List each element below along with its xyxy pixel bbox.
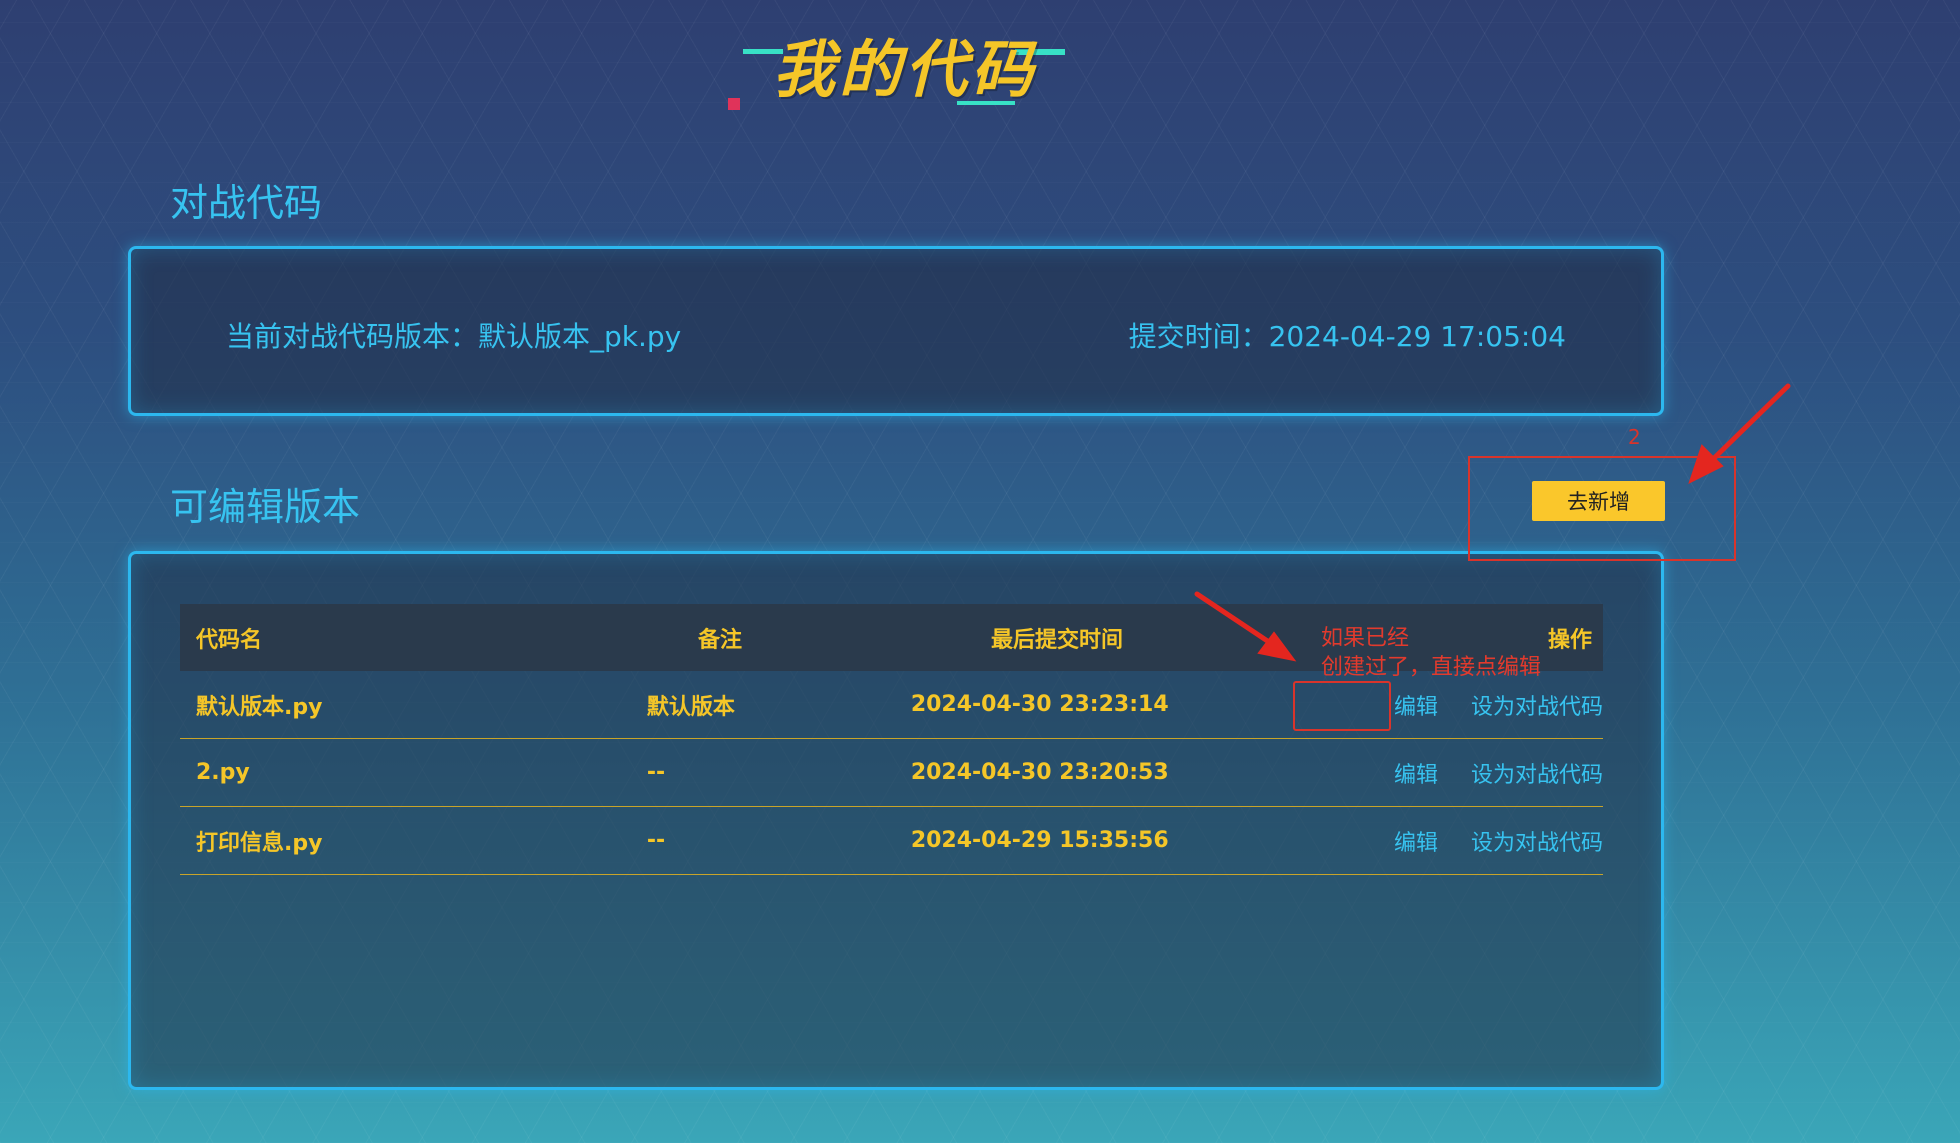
annotation-highlight-edit xyxy=(1293,681,1391,731)
title-decoration xyxy=(728,98,740,110)
actions-cell: 编辑 设为对战代码 xyxy=(1199,689,1603,721)
column-header-time: 最后提交时间 xyxy=(991,627,1124,653)
note-cell: -- xyxy=(646,760,666,785)
note-cell: -- xyxy=(646,828,666,853)
edit-link[interactable]: 编辑 xyxy=(1394,757,1438,789)
annotation-step-number: 2 xyxy=(1628,425,1641,449)
page-title: 我的代码 xyxy=(773,33,1038,106)
battle-submit-time: 提交时间：2024-04-29 17:05:04 xyxy=(1128,320,1566,353)
annotation-highlight-add xyxy=(1468,456,1736,561)
actions-cell: 编辑 设为对战代码 xyxy=(1199,825,1603,857)
table-row: 2.py -- 2024-04-30 23:20:53 编辑 设为对战代码 xyxy=(180,739,1603,807)
annotation-edit-hint: 如果已经 创建过了，直接点编辑 xyxy=(1321,624,1541,682)
edit-link[interactable]: 编辑 xyxy=(1394,689,1438,721)
edit-link[interactable]: 编辑 xyxy=(1394,825,1438,857)
code-name-cell: 2.py xyxy=(196,760,250,785)
set-battle-code-link[interactable]: 设为对战代码 xyxy=(1471,689,1603,721)
column-header-note: 备注 xyxy=(698,627,743,653)
code-name-cell: 默认版本.py xyxy=(196,694,323,720)
annotation-hint-line: 创建过了，直接点编辑 xyxy=(1321,655,1542,680)
annotation-hint-line: 如果已经 xyxy=(1321,626,1410,651)
code-name-cell: 打印信息.py xyxy=(196,830,323,856)
set-battle-code-link[interactable]: 设为对战代码 xyxy=(1471,757,1603,789)
note-cell: 默认版本 xyxy=(646,694,735,720)
battle-code-panel: 当前对战代码版本：默认版本_pk.py 提交时间：2024-04-29 17:0… xyxy=(128,246,1664,416)
table-row: 打印信息.py -- 2024-04-29 15:35:56 编辑 设为对战代码 xyxy=(180,807,1603,875)
submit-time-cell: 2024-04-29 15:35:56 xyxy=(910,828,1169,853)
submit-time-cell: 2024-04-30 23:20:53 xyxy=(910,760,1169,785)
submit-time-cell: 2024-04-30 23:23:14 xyxy=(910,692,1169,717)
set-battle-code-link[interactable]: 设为对战代码 xyxy=(1471,825,1603,857)
battle-code-heading: 对战代码 xyxy=(170,181,323,225)
editable-versions-heading: 可编辑版本 xyxy=(170,485,361,529)
current-battle-version: 当前对战代码版本：默认版本_pk.py xyxy=(226,320,682,353)
column-header-name: 代码名 xyxy=(196,627,263,653)
actions-cell: 编辑 设为对战代码 xyxy=(1199,757,1603,789)
page-title-block: 我的代码 xyxy=(725,30,1070,115)
